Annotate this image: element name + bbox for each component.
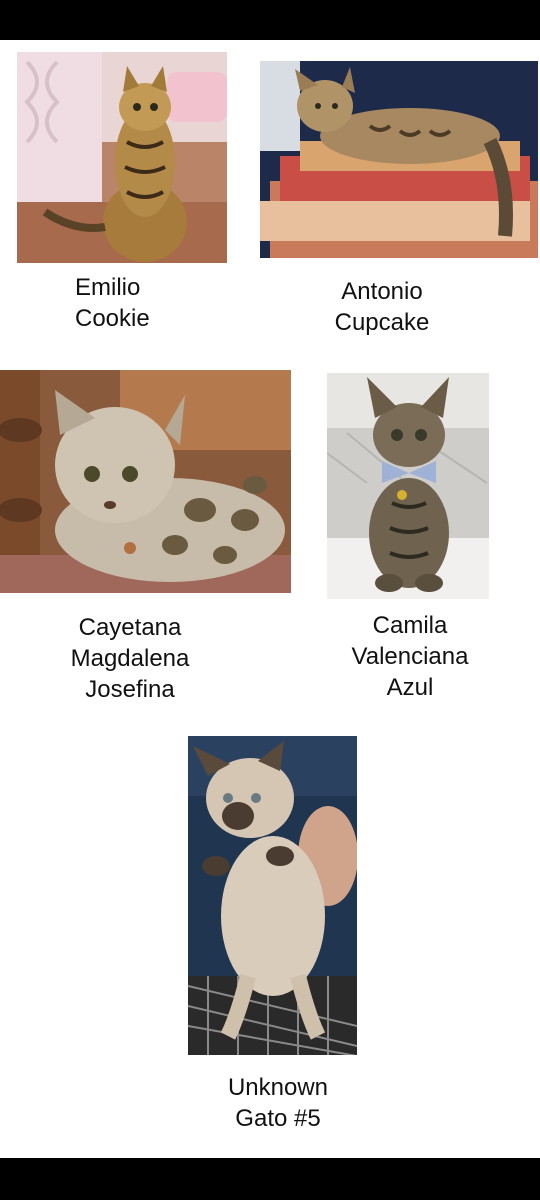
cat-name-caption: Camila Valenciana Azul [320,610,500,703]
cat-name-caption: Antonio Cupcake [300,276,464,338]
cat-on-blankets-photo [260,61,538,258]
caption-line: Azul [386,674,434,701]
caption-line: Cupcake [334,309,430,336]
photo-collage: Emilio Cookie Antonio Cupcake Cayetana M… [0,40,540,1158]
spotted-kitten-lying-photo [0,370,291,593]
caption-line: Valenciana [351,643,469,670]
caption-line: Camila [372,612,448,639]
caption-line: Cayetana [78,614,182,641]
caption-line: Cookie [75,305,150,332]
fluffy-cat-held-photo [188,736,357,1055]
caption-line: Magdalena [70,645,190,672]
cat-name-caption: Emilio Cookie [17,272,207,334]
caption-line: Emilio [75,274,141,301]
tabby-kitten-sitting-photo [17,52,227,263]
caption-line: Gato #5 [235,1105,321,1132]
caption-line: Unknown [227,1074,329,1101]
caption-line: Josefina [85,676,175,703]
screen: Emilio Cookie Antonio Cupcake Cayetana M… [0,0,540,1200]
caption-line: Antonio [341,278,423,305]
kitten-with-bow-photo [327,373,489,599]
cat-name-caption: Unknown Gato #5 [188,1072,368,1134]
cat-name-caption: Cayetana Magdalena Josefina [40,612,220,705]
